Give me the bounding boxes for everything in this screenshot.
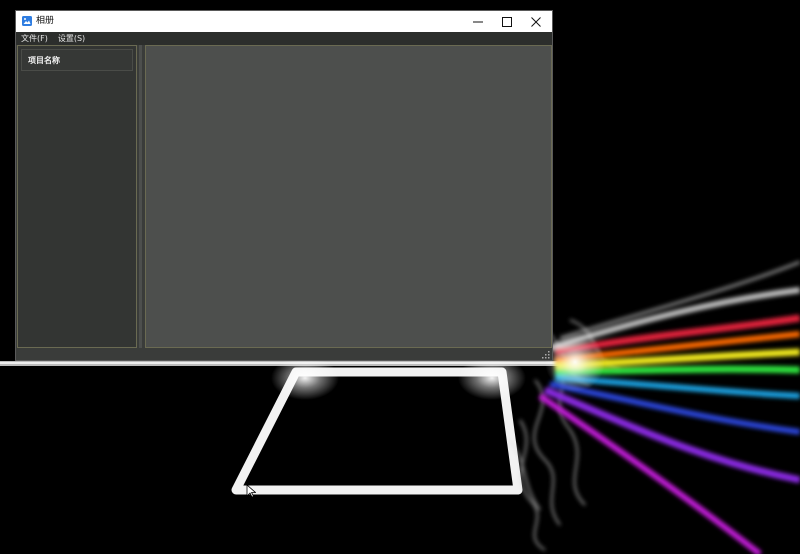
window-title: 相册 (36, 16, 55, 26)
photo-view-area[interactable] (145, 45, 552, 348)
menu-settings[interactable]: 设置(S) (53, 32, 90, 45)
status-bar (16, 348, 552, 360)
title-bar[interactable]: 相册 (16, 11, 552, 32)
minimize-button[interactable] (464, 11, 492, 32)
splitter-handle[interactable] (139, 45, 142, 348)
mouse-pointer-icon (246, 484, 256, 498)
album-window: 相册 文件(F) 设置(S) 项目名称 (15, 10, 553, 361)
close-icon (531, 16, 541, 27)
menu-file[interactable]: 文件(F) (16, 32, 53, 45)
desktop: 相册 文件(F) 设置(S) 项目名称 (0, 0, 800, 554)
minimize-icon (473, 21, 483, 22)
close-button[interactable] (522, 11, 550, 32)
project-list-header: 项目名称 (21, 49, 133, 71)
project-name-header: 项目名称 (28, 56, 60, 65)
panel-splitter[interactable] (137, 45, 145, 348)
maximize-icon (502, 16, 512, 27)
project-list-panel[interactable]: 项目名称 (17, 45, 137, 348)
menu-bar: 文件(F) 设置(S) (16, 32, 552, 45)
photo-album-icon (22, 16, 32, 26)
maximize-button[interactable] (493, 11, 521, 32)
resize-grip-icon[interactable] (542, 351, 550, 359)
